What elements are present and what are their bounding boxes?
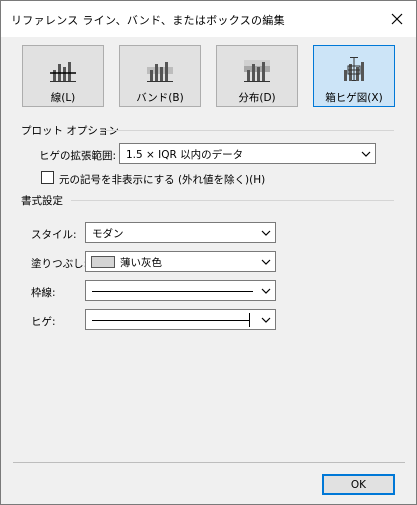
close-icon: [391, 13, 403, 25]
whisker-tick-preview: [249, 313, 250, 327]
fill-select[interactable]: 薄い灰色: [85, 251, 276, 272]
formatting-title: 書式設定: [21, 195, 63, 207]
border-select[interactable]: [85, 280, 276, 301]
distribution-chart-icon: [217, 56, 297, 84]
chevron-down-icon: [261, 288, 271, 294]
dialog-content: 線(L) バンド(B) 分布(D) 箱ヒゲ図(X) プロット オプション ヒゲの…: [1, 37, 416, 504]
border-label: 枠線:: [31, 287, 56, 299]
title-bar: リファレンス ライン、バンド、またはボックスの編集: [1, 1, 416, 37]
mode-label: バンド(B): [136, 92, 184, 104]
chevron-down-icon: [261, 259, 271, 265]
whisker-line-preview: [92, 320, 249, 321]
section-divider: [71, 200, 394, 201]
chevron-down-icon: [261, 317, 271, 323]
mode-label: 線(L): [50, 92, 76, 104]
edit-reference-dialog: リファレンス ライン、バンド、またはボックスの編集 線(L) バンド(B) 分布…: [0, 0, 417, 505]
fill-value: 薄い灰色: [120, 257, 162, 269]
whisker-range-value: 1.5 × IQR 以内のデータ: [126, 149, 244, 161]
dialog-title: リファレンス ライン、バンド、またはボックスの編集: [11, 14, 285, 27]
whisker-select[interactable]: [85, 309, 276, 330]
mode-button-band[interactable]: バンド(B): [119, 45, 201, 107]
chevron-down-icon: [261, 230, 271, 236]
mode-label: 分布(D): [238, 92, 276, 104]
mode-button-distribution[interactable]: 分布(D): [216, 45, 298, 107]
hide-marks-checkbox[interactable]: [41, 171, 54, 184]
box-plot-icon: [314, 56, 394, 84]
style-value: モダン: [92, 228, 124, 240]
fill-label: 塗りつぶし:: [31, 258, 88, 270]
mode-label: 箱ヒゲ図(X): [325, 92, 383, 104]
whisker-label: ヒゲ:: [31, 316, 56, 328]
fill-color-swatch: [91, 256, 115, 268]
close-button[interactable]: [384, 6, 410, 32]
band-chart-icon: [120, 56, 200, 84]
border-line-preview: [92, 291, 253, 292]
whisker-range-label: ヒゲの拡張範囲:: [39, 150, 117, 162]
footer-divider: [13, 462, 405, 463]
whisker-range-select[interactable]: 1.5 × IQR 以内のデータ: [119, 143, 376, 164]
hide-marks-label: 元の記号を非表示にする (外れ値を除く)(H): [59, 174, 266, 186]
line-chart-icon: [23, 56, 103, 84]
ok-label: OK: [350, 478, 367, 491]
ok-button[interactable]: OK: [322, 474, 395, 495]
section-divider: [101, 130, 394, 131]
mode-button-box-plot[interactable]: 箱ヒゲ図(X): [313, 45, 395, 107]
chevron-down-icon: [361, 151, 371, 157]
mode-button-line[interactable]: 線(L): [22, 45, 104, 107]
style-select[interactable]: モダン: [85, 222, 276, 243]
style-label: スタイル:: [31, 229, 77, 241]
